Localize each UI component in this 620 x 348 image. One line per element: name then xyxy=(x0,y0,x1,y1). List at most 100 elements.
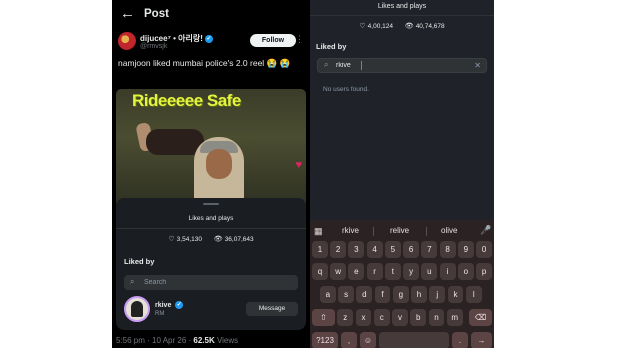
top-bar: ← Post xyxy=(112,0,310,30)
post-text-body: namjoon liked mumbai police's 2.0 reel xyxy=(118,58,265,68)
key-u[interactable]: u xyxy=(421,263,438,280)
user-row[interactable]: rkive ✓ RM Message xyxy=(124,296,298,322)
key-l[interactable]: l xyxy=(465,286,482,303)
stats-row: ♡ 3,54,130 👁 36,07,643 xyxy=(116,235,306,243)
likes-sheet: Likes and plays ♡ 3,54,130 👁 36,07,643 Lik… xyxy=(116,198,306,330)
avatar[interactable] xyxy=(124,296,150,322)
key-d[interactable]: d xyxy=(356,286,373,303)
user-subtitle: RM xyxy=(155,311,165,317)
key-6[interactable]: 6 xyxy=(403,241,420,258)
key-period[interactable]: . xyxy=(452,332,468,348)
key-z[interactable]: z xyxy=(337,309,354,326)
key-8[interactable]: 8 xyxy=(439,241,456,258)
eye-icon: 👁 xyxy=(213,236,223,243)
key-2[interactable]: 2 xyxy=(330,241,347,258)
shift-key[interactable]: ⇧ xyxy=(312,309,335,326)
key-k[interactable]: k xyxy=(447,286,464,303)
microphone-icon[interactable]: 🎤 xyxy=(480,225,491,237)
more-options-icon[interactable]: ⋮ xyxy=(295,34,304,45)
author-avatar[interactable] xyxy=(118,32,136,50)
key-w[interactable]: w xyxy=(330,263,347,280)
search-input[interactable] xyxy=(144,275,274,290)
apps-grid-icon[interactable]: ▦ xyxy=(314,226,324,236)
post-screen: ← Post dijucee⁷ • 아리랑! ✓ @rmvsjk Follow ⋮… xyxy=(112,0,310,348)
crying-emoji-2: 😭 xyxy=(279,58,291,68)
likes-count: 4,00,124 xyxy=(367,23,393,30)
liked-by-heading: Liked by xyxy=(124,257,155,266)
key-h[interactable]: h xyxy=(411,286,427,303)
heart-outline-icon: ♡ xyxy=(359,23,366,30)
key-r[interactable]: r xyxy=(366,263,383,280)
key-y[interactable]: y xyxy=(403,263,420,280)
page-title: Post xyxy=(144,8,169,20)
key-e[interactable]: e xyxy=(348,263,365,280)
search-icon: ⌕ xyxy=(324,60,329,69)
enter-key[interactable]: → xyxy=(471,332,492,348)
text-cursor xyxy=(361,61,362,70)
key-9[interactable]: 9 xyxy=(457,241,474,258)
verified-badge-icon: ✓ xyxy=(204,34,213,43)
search-icon: ⌕ xyxy=(130,277,135,286)
symbols-key[interactable]: ?123 xyxy=(312,332,338,348)
backspace-key[interactable]: ⌫ xyxy=(469,309,492,326)
likes-search-screen: Likes and plays ♡ 4,00,124 👁 40,74,678 Lik… xyxy=(310,0,494,348)
key-t[interactable]: t xyxy=(384,263,401,280)
likes-search[interactable]: ⌕ ✕ xyxy=(317,58,487,73)
likes-stat: ♡ 3,54,130 xyxy=(168,235,202,243)
key-7[interactable]: 7 xyxy=(421,241,438,258)
liked-by-heading: Liked by xyxy=(316,42,347,51)
sheet-grab-handle[interactable] xyxy=(203,203,219,205)
author-row: dijucee⁷ • 아리랑! ✓ @rmvsjk Follow ⋮ xyxy=(118,32,304,54)
key-5[interactable]: 5 xyxy=(384,241,401,258)
divider xyxy=(116,228,306,229)
post-timestamp: 5:56 pm · 10 Apr 26 · xyxy=(116,336,194,345)
search-input[interactable] xyxy=(336,59,456,72)
suggestion-2[interactable]: relive xyxy=(390,226,409,235)
key-3[interactable]: 3 xyxy=(348,241,365,258)
key-f[interactable]: f xyxy=(374,286,391,303)
suggestion-3[interactable]: olive xyxy=(441,226,457,235)
key-p[interactable]: p xyxy=(476,263,492,280)
message-button[interactable]: Message xyxy=(246,302,298,316)
emoji-key[interactable]: ☺ xyxy=(360,332,376,348)
key-g[interactable]: g xyxy=(392,286,409,303)
key-v[interactable]: v xyxy=(392,309,408,326)
likes-search[interactable]: ⌕ xyxy=(124,275,298,290)
user-name[interactable]: rkive ✓ xyxy=(155,301,184,309)
user-name-text: rkive xyxy=(155,301,172,309)
key-q[interactable]: q xyxy=(312,263,328,280)
back-arrow-icon[interactable]: ← xyxy=(120,6,135,22)
plays-count: 40,74,678 xyxy=(415,23,445,30)
eye-icon: 👁 xyxy=(404,23,414,30)
heart-outline-icon: ♡ xyxy=(168,236,175,243)
key-n[interactable]: n xyxy=(428,309,445,326)
key-b[interactable]: b xyxy=(410,309,427,326)
key-comma[interactable]: , xyxy=(341,332,357,348)
key-c[interactable]: c xyxy=(373,309,390,326)
clear-search-icon[interactable]: ✕ xyxy=(474,59,481,72)
key-1[interactable]: 1 xyxy=(312,241,328,258)
post-meta: 5:56 pm · 10 Apr 26 · 62.5K Views xyxy=(116,336,310,345)
key-4[interactable]: 4 xyxy=(366,241,383,258)
follow-button[interactable]: Follow xyxy=(250,34,296,47)
plays-stat: 👁 36,07,643 xyxy=(214,235,254,243)
key-i[interactable]: i xyxy=(439,263,456,280)
likes-stat: ♡ 4,00,124 xyxy=(359,22,393,30)
space-key[interactable] xyxy=(379,332,449,348)
key-s[interactable]: s xyxy=(338,286,354,303)
suggestion-1[interactable]: rkive xyxy=(342,226,359,235)
suggestion-divider xyxy=(426,227,427,236)
on-screen-keyboard: ▦ rkive relive olive 🎤 1234567890 qwertyu… xyxy=(310,220,494,348)
suggestion-divider xyxy=(373,227,374,236)
divider xyxy=(310,15,494,16)
crying-emoji: 😭 xyxy=(266,58,278,68)
key-o[interactable]: o xyxy=(457,263,474,280)
views-count: 62.5K xyxy=(193,336,215,345)
author-name-text: dijucee⁷ • 아리랑! xyxy=(140,34,203,43)
key-x[interactable]: x xyxy=(355,309,372,326)
key-j[interactable]: j xyxy=(429,286,446,303)
key-a[interactable]: a xyxy=(319,286,336,303)
key-m[interactable]: m xyxy=(446,309,463,326)
post-media-video[interactable]: Rideeeee Safe ♥ xyxy=(116,89,306,209)
key-0[interactable]: 0 xyxy=(476,241,492,258)
